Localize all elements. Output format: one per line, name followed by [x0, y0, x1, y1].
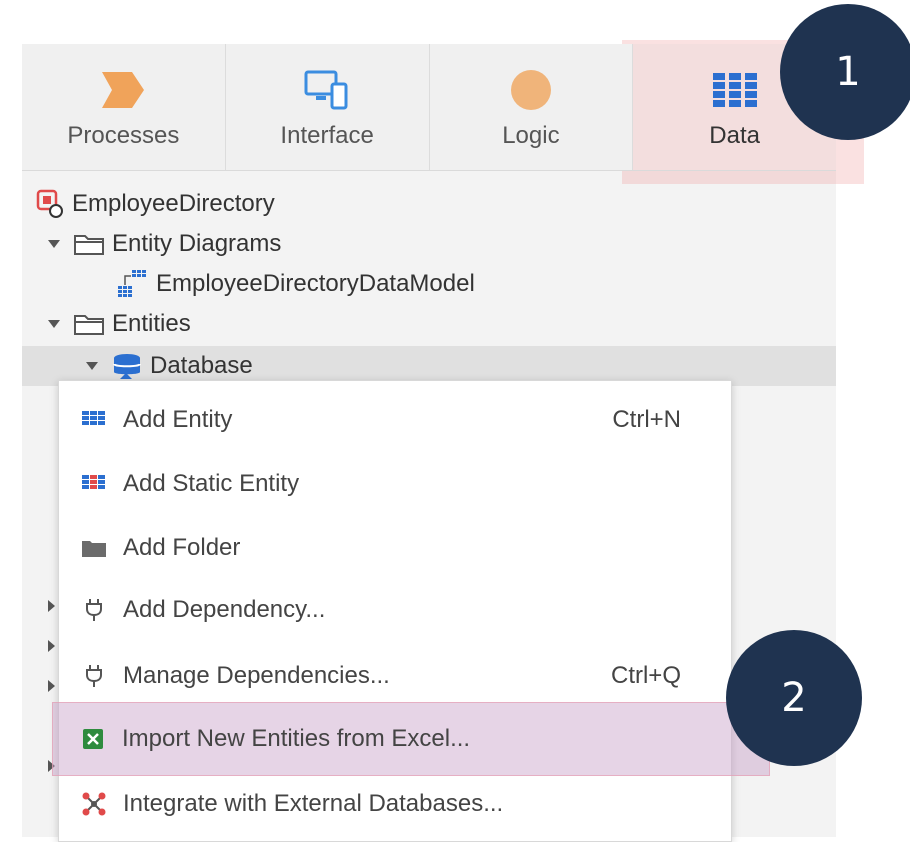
- menu-add-static-entity[interactable]: Add Static Entity: [59, 455, 731, 513]
- tab-label: Logic: [502, 122, 560, 149]
- plug-icon: [79, 599, 109, 621]
- module-icon: [36, 189, 64, 219]
- static-entity-icon: [79, 475, 109, 493]
- menu-add-entity[interactable]: Add Entity Ctrl+N: [59, 391, 731, 449]
- menu-item-label: Manage Dependencies...: [123, 662, 390, 689]
- tab-label: Interface: [280, 122, 374, 149]
- entity-icon: [79, 411, 109, 429]
- tree-database-label: Database: [150, 352, 253, 379]
- tree-entity-diagrams-label: Entity Diagrams: [112, 230, 282, 257]
- menu-add-folder[interactable]: Add Folder: [59, 519, 731, 577]
- integration-icon: [79, 792, 109, 816]
- tree-entity-diagrams[interactable]: Entity Diagrams: [48, 224, 281, 264]
- folder-icon: [74, 233, 104, 255]
- collapsed-caret-icon[interactable]: [48, 640, 55, 652]
- menu-item-label: Add Entity: [123, 406, 233, 433]
- tree-entities-label: Entities: [112, 310, 191, 337]
- callout-badge-1: 1: [780, 4, 910, 140]
- menu-add-dependency[interactable]: Add Dependency...: [59, 581, 731, 639]
- tree-module-label: EmployeeDirectory: [72, 190, 275, 217]
- tree-entities[interactable]: Entities: [48, 304, 191, 344]
- menu-item-label: Add Static Entity: [123, 470, 300, 497]
- menu-item-label: Add Dependency...: [123, 596, 326, 623]
- tree-data-model[interactable]: EmployeeDirectoryDataModel: [116, 264, 475, 304]
- collapsed-caret-icon[interactable]: [48, 680, 55, 692]
- folder-icon: [74, 313, 104, 335]
- menu-item-shortcut: Ctrl+Q: [610, 662, 681, 689]
- expand-caret-icon[interactable]: [86, 362, 98, 370]
- menu-item-label: Import New Entities from Excel...: [122, 725, 471, 752]
- menu-import-excel[interactable]: Import New Entities from Excel...: [58, 710, 730, 768]
- collapsed-caret-icon[interactable]: [48, 600, 55, 612]
- tree-module[interactable]: EmployeeDirectory: [36, 184, 275, 224]
- menu-item-shortcut: Ctrl+N: [612, 406, 681, 433]
- database-icon: [112, 353, 142, 379]
- callout-badge-2: 2: [726, 630, 862, 766]
- plug-icon: [79, 665, 109, 687]
- menu-integrate-external-databases[interactable]: Integrate with External Databases...: [59, 775, 731, 833]
- logic-icon: [510, 70, 552, 110]
- interface-icon: [304, 70, 350, 110]
- tab-interface[interactable]: Interface: [226, 44, 430, 170]
- folder-icon: [79, 539, 109, 557]
- tab-processes[interactable]: Processes: [22, 44, 226, 170]
- diagram-icon: [116, 268, 148, 300]
- tab-bar: Processes Interface Logic Data: [22, 44, 836, 171]
- menu-item-label: Integrate with External Databases...: [123, 790, 504, 817]
- excel-icon: [78, 729, 108, 749]
- data-icon: [712, 70, 757, 110]
- expand-caret-icon[interactable]: [48, 320, 60, 328]
- tab-label: Data: [709, 122, 760, 149]
- tab-logic[interactable]: Logic: [430, 44, 634, 170]
- processes-icon: [102, 70, 145, 110]
- menu-manage-dependencies[interactable]: Manage Dependencies... Ctrl+Q: [59, 647, 731, 705]
- menu-item-label: Add Folder: [123, 534, 241, 561]
- tree-data-model-label: EmployeeDirectoryDataModel: [156, 270, 475, 297]
- expand-caret-icon[interactable]: [48, 240, 60, 248]
- tab-label: Processes: [67, 122, 180, 149]
